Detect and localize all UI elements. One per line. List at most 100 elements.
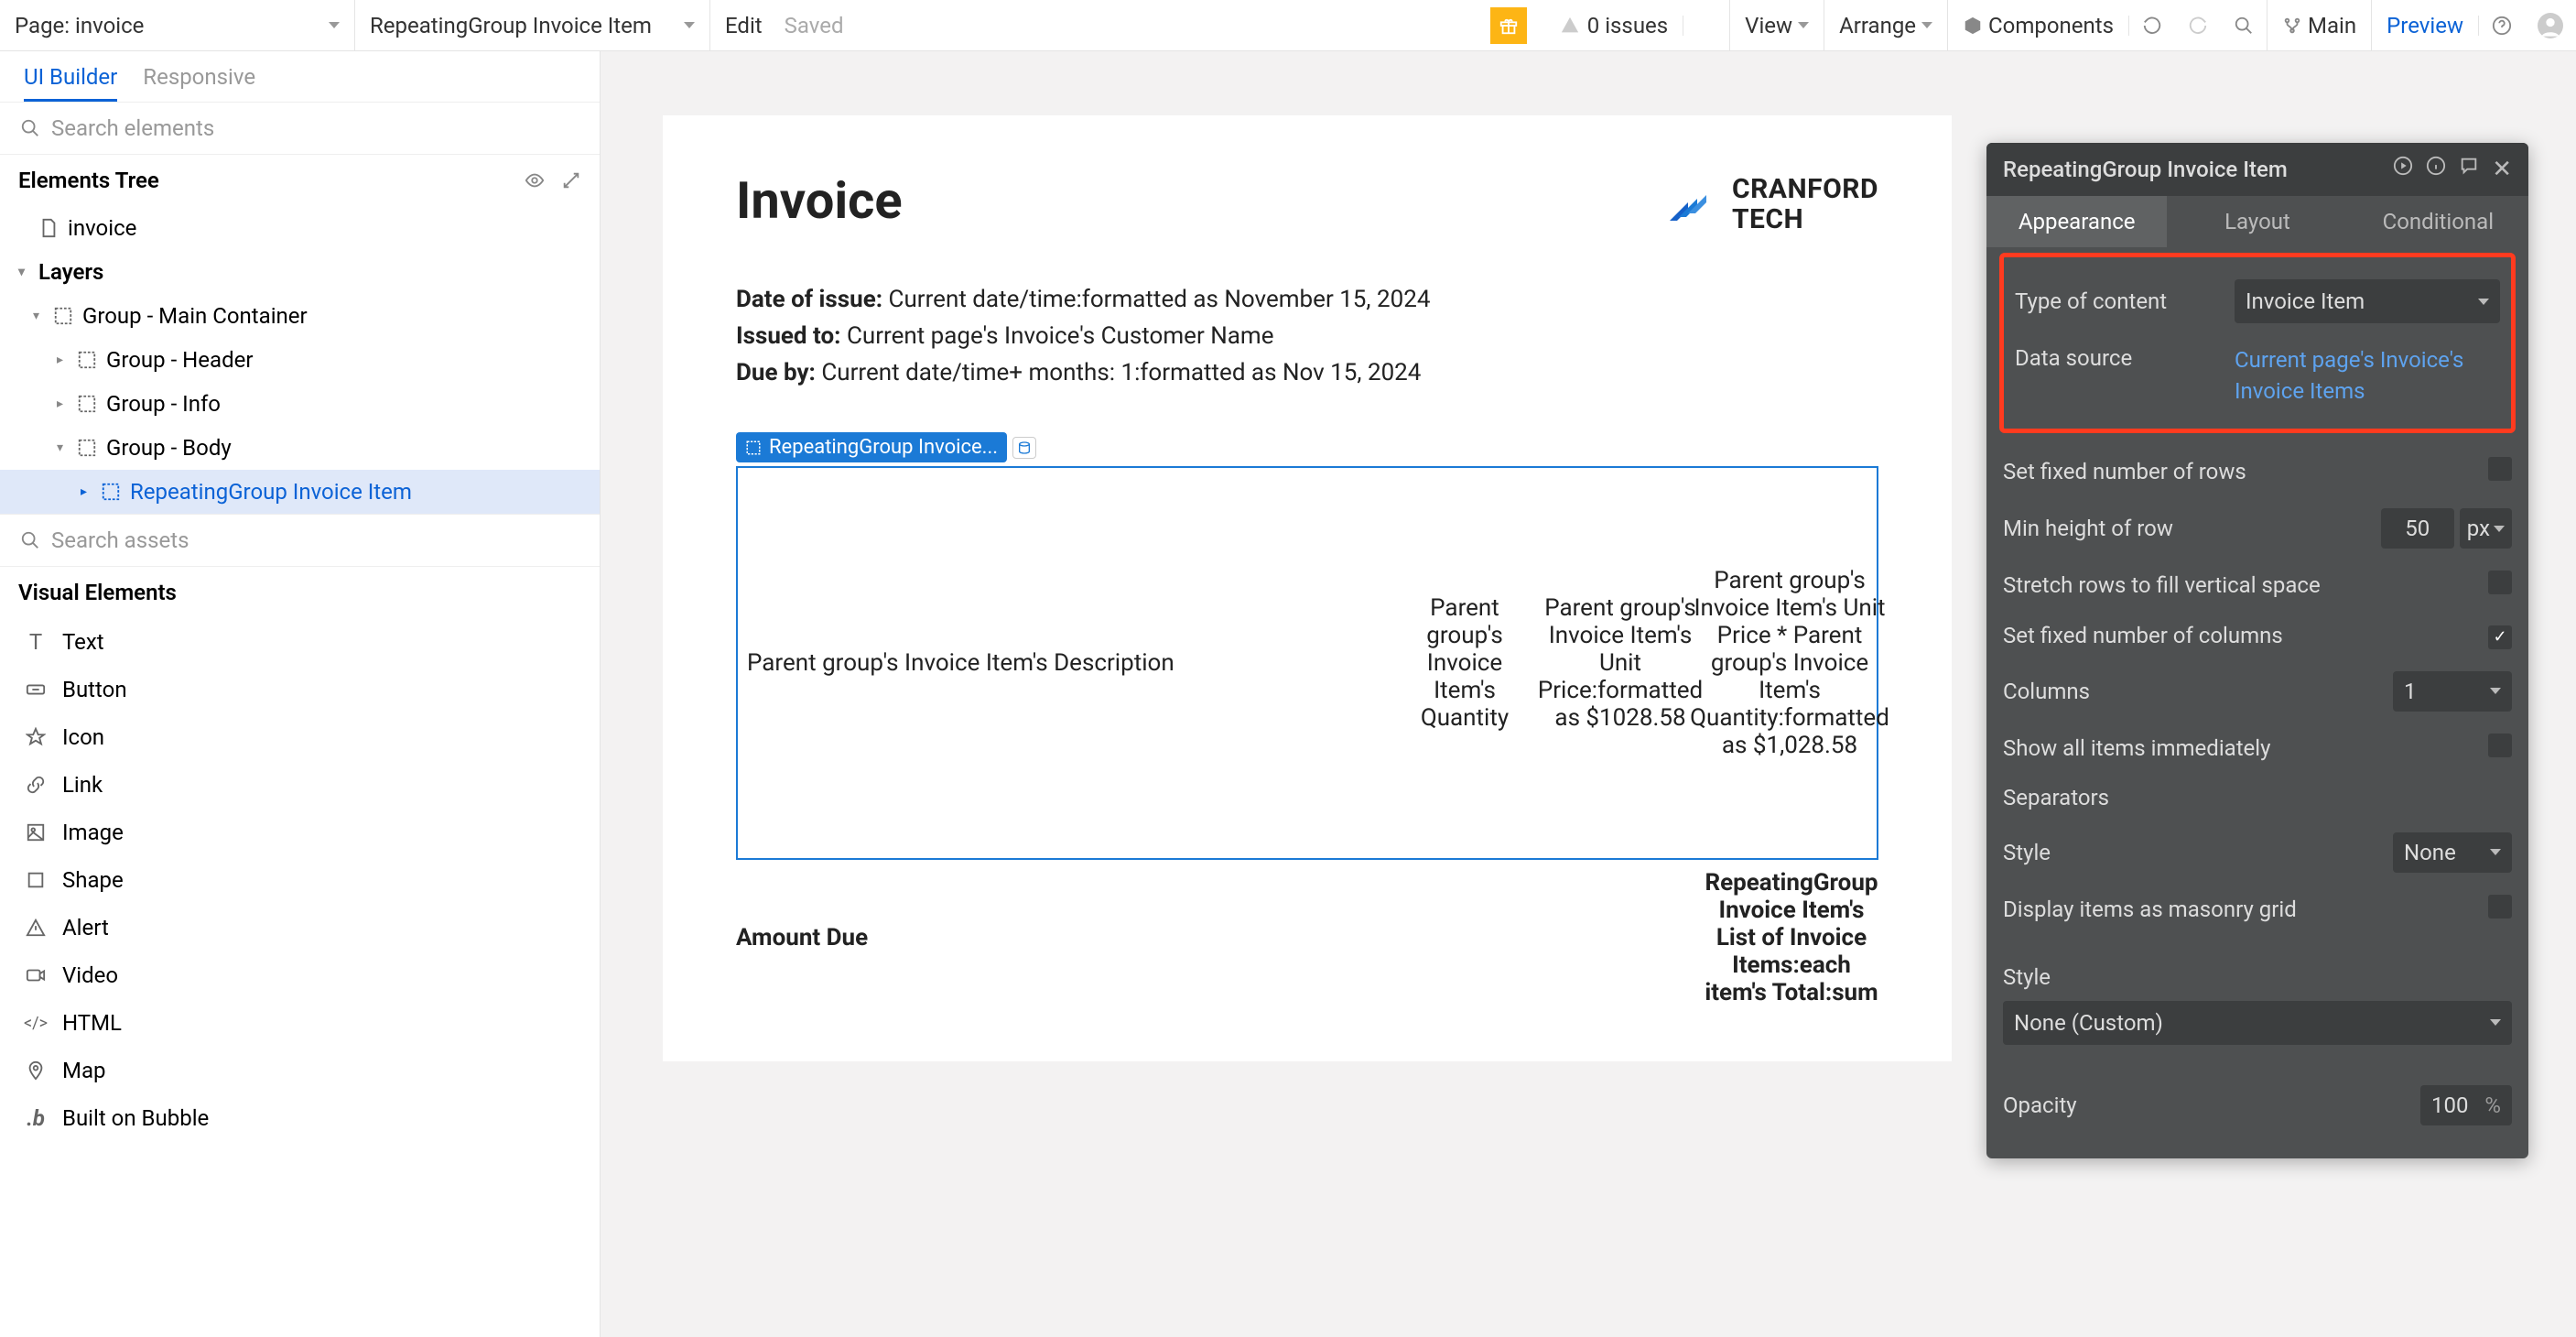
tab-ui-builder[interactable]: UI Builder bbox=[24, 64, 117, 102]
arrow-icon[interactable] bbox=[1683, 16, 1729, 36]
chevron-down-icon bbox=[329, 22, 340, 28]
saved-label: Saved bbox=[785, 13, 844, 38]
image-icon bbox=[24, 822, 48, 842]
property-panel-header[interactable]: RepeatingGroup Invoice Item ✕ bbox=[1986, 143, 2528, 196]
group-icon bbox=[77, 350, 97, 370]
issued-to-row: Issued to: Current page's Invoice's Cust… bbox=[736, 322, 1878, 350]
min-height-input[interactable]: 50 bbox=[2381, 508, 2454, 549]
opacity-label: Opacity bbox=[2003, 1092, 2420, 1118]
topbar: Page: invoice RepeatingGroup Invoice Ite… bbox=[0, 0, 2576, 51]
info-icon[interactable] bbox=[2426, 156, 2446, 183]
tree-header[interactable]: Group - Header bbox=[0, 338, 600, 382]
gift-icon[interactable] bbox=[1490, 7, 1527, 44]
repeating-group-box[interactable]: Parent group's Invoice Item's Descriptio… bbox=[736, 466, 1878, 860]
masonry-toggle[interactable] bbox=[2488, 895, 2512, 919]
element-selector[interactable]: RepeatingGroup Invoice Item bbox=[355, 0, 710, 50]
edit-label[interactable]: Edit bbox=[725, 13, 763, 38]
tab-layout[interactable]: Layout bbox=[2167, 196, 2347, 247]
ve-built-on-bubble[interactable]: .bBuilt on Bubble bbox=[0, 1094, 600, 1142]
min-height-label: Min height of row bbox=[2003, 516, 2381, 541]
preview-button[interactable]: Preview bbox=[2371, 0, 2478, 50]
chevron-down-icon bbox=[2490, 849, 2501, 855]
fixed-rows-toggle[interactable] bbox=[2488, 457, 2512, 481]
play-icon[interactable] bbox=[2393, 156, 2413, 183]
rg-col-quantity: Parent group's Invoice Item's Quantity bbox=[1391, 468, 1538, 858]
sep-style-select[interactable]: None bbox=[2393, 832, 2512, 873]
undo-icon[interactable] bbox=[2128, 16, 2175, 36]
issues-count: 0 issues bbox=[1587, 13, 1668, 38]
components-button[interactable]: Components bbox=[1947, 0, 2128, 50]
ve-alert[interactable]: Alert bbox=[0, 904, 600, 951]
tree-body[interactable]: Group - Body bbox=[0, 426, 600, 470]
help-icon[interactable] bbox=[2478, 16, 2525, 36]
show-all-toggle[interactable] bbox=[2488, 734, 2512, 757]
ve-text[interactable]: TText bbox=[0, 618, 600, 666]
ve-image[interactable]: Image bbox=[0, 809, 600, 856]
due-by-row: Due by: Current date/time+ months: 1:for… bbox=[736, 359, 1878, 386]
chevron-down-icon bbox=[1921, 22, 1932, 28]
tab-responsive[interactable]: Responsive bbox=[143, 64, 255, 102]
branch-dropdown[interactable]: Main bbox=[2267, 0, 2371, 50]
group-icon bbox=[77, 394, 97, 414]
invoice-page: Invoice CRANFORDTECH Date of issue: Curr… bbox=[663, 115, 1952, 1061]
repeating-group-tag[interactable]: RepeatingGroup Invoice... bbox=[736, 432, 1007, 462]
rg-col-description: Parent group's Invoice Item's Descriptio… bbox=[738, 468, 1391, 858]
comment-icon[interactable] bbox=[2459, 156, 2479, 183]
page-selector[interactable]: Page: invoice bbox=[0, 0, 355, 50]
ve-icon[interactable]: Icon bbox=[0, 713, 600, 761]
arrange-dropdown[interactable]: Arrange bbox=[1824, 0, 1947, 50]
ve-html[interactable]: </>HTML bbox=[0, 999, 600, 1047]
tab-conditional[interactable]: Conditional bbox=[2348, 196, 2528, 247]
chevron-down-icon bbox=[2490, 688, 2501, 694]
tree-repeating-group[interactable]: RepeatingGroup Invoice Item bbox=[0, 470, 600, 514]
search-icon bbox=[20, 530, 40, 550]
tree-layers-header[interactable]: Layers bbox=[0, 250, 600, 294]
ve-link[interactable]: Link bbox=[0, 761, 600, 809]
group-icon bbox=[77, 438, 97, 458]
shape-icon bbox=[24, 870, 48, 890]
columns-select[interactable]: 1 bbox=[2393, 671, 2512, 712]
tree-page-invoice[interactable]: invoice bbox=[0, 206, 600, 250]
view-dropdown[interactable]: View bbox=[1729, 0, 1824, 50]
property-panel-title: RepeatingGroup Invoice Item bbox=[2003, 157, 2393, 182]
map-icon bbox=[24, 1060, 48, 1081]
close-icon[interactable]: ✕ bbox=[2492, 156, 2512, 183]
fixed-cols-toggle[interactable] bbox=[2488, 625, 2512, 649]
fixed-rows-label: Set fixed number of rows bbox=[2003, 459, 2488, 484]
rg-data-icon[interactable] bbox=[1012, 437, 1036, 459]
ve-map[interactable]: Map bbox=[0, 1047, 600, 1094]
search-icon[interactable] bbox=[2221, 16, 2267, 36]
user-avatar[interactable] bbox=[2525, 13, 2576, 38]
opacity-input[interactable]: 100% bbox=[2420, 1085, 2512, 1125]
button-icon bbox=[24, 679, 48, 700]
ve-button[interactable]: Button bbox=[0, 666, 600, 713]
date-of-issue-row: Date of issue: Current date/time:formatt… bbox=[736, 286, 1878, 313]
search-elements[interactable]: Search elements bbox=[0, 103, 600, 155]
tab-appearance[interactable]: Appearance bbox=[1986, 196, 2167, 247]
style-select[interactable]: None (Custom) bbox=[2003, 1001, 2512, 1045]
search-icon bbox=[20, 118, 40, 138]
alert-icon bbox=[24, 918, 48, 938]
eye-icon[interactable] bbox=[525, 170, 545, 190]
ve-shape[interactable]: Shape bbox=[0, 856, 600, 904]
tree-info[interactable]: Group - Info bbox=[0, 382, 600, 426]
ve-video[interactable]: Video bbox=[0, 951, 600, 999]
canvas-area[interactable]: Invoice CRANFORDTECH Date of issue: Curr… bbox=[601, 51, 2576, 1337]
search-assets[interactable]: Search assets bbox=[0, 515, 600, 567]
bubble-icon: .b bbox=[24, 1105, 48, 1131]
search-elements-placeholder: Search elements bbox=[51, 115, 214, 141]
group-icon bbox=[53, 306, 73, 326]
min-height-unit[interactable]: px bbox=[2460, 508, 2512, 549]
rg-col-total: Parent group's Invoice Item's Unit Price… bbox=[1703, 468, 1877, 858]
chevron-down-icon bbox=[2478, 299, 2489, 305]
expand-icon[interactable] bbox=[561, 170, 581, 190]
data-source-link[interactable]: Current page's Invoice's Invoice Items bbox=[2235, 345, 2500, 407]
tree-main-container[interactable]: Group - Main Container bbox=[0, 294, 600, 338]
view-label: View bbox=[1745, 13, 1792, 38]
type-of-content-select[interactable]: Invoice Item bbox=[2235, 279, 2500, 323]
redo-icon[interactable] bbox=[2175, 16, 2221, 36]
branch-label: Main bbox=[2308, 13, 2356, 38]
repeating-group-icon bbox=[745, 440, 762, 456]
issues-indicator[interactable]: 0 issues bbox=[1545, 13, 1683, 38]
stretch-rows-toggle[interactable] bbox=[2488, 571, 2512, 594]
